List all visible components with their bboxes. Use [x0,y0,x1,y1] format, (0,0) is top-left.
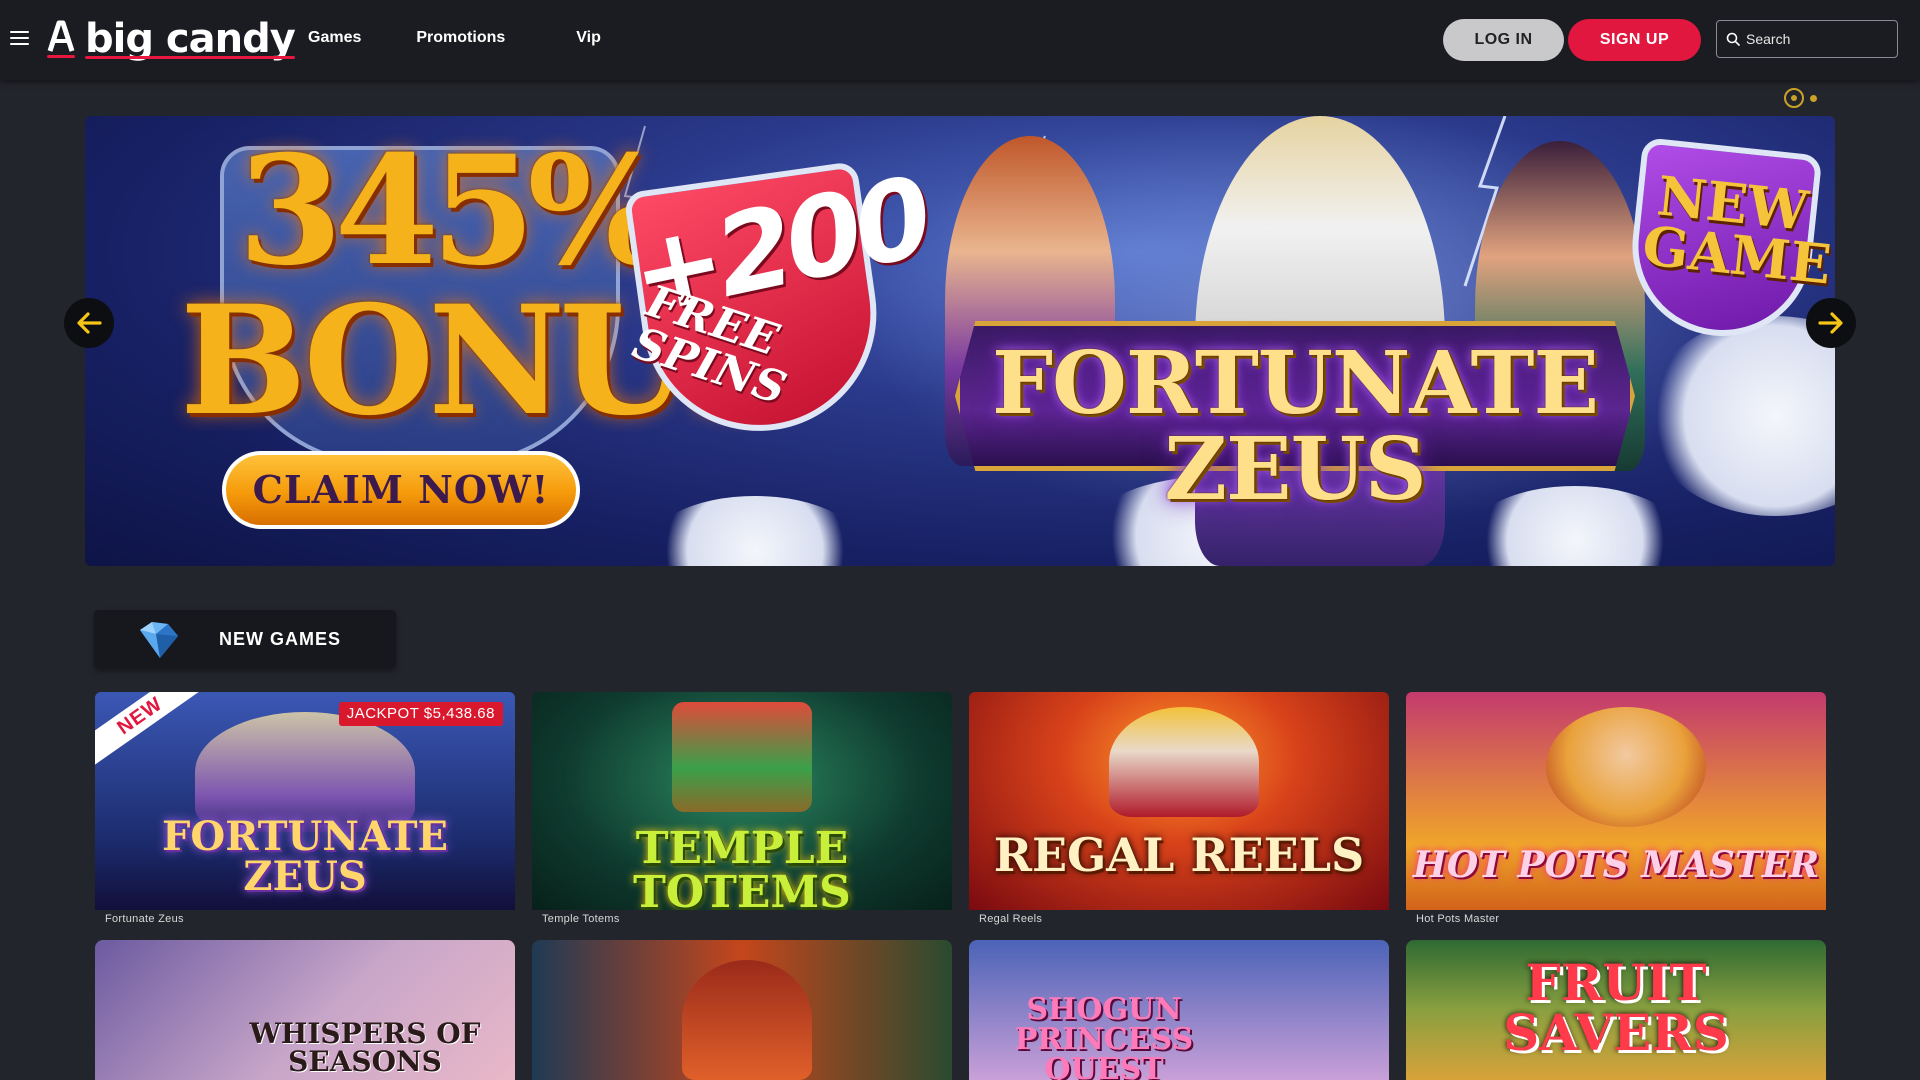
menu-icon[interactable] [10,31,29,47]
game-tile-hot-pots-master[interactable]: HOT POTS MASTER Hot Pots Master [1406,692,1826,925]
carousel-dot-2[interactable] [1810,94,1817,102]
game-art [672,702,812,812]
logo[interactable]: big candy [47,16,296,62]
game-thumbnail: REGAL REELS [969,692,1389,910]
game-title-art: REGAL REELS [993,828,1365,882]
jackpot-badge: JACKPOT $5,438.68 [338,702,503,726]
game-title-art: TEMPLE TOTEMS [633,823,851,911]
game-thumbnail: FRUIT SAVERS [1406,940,1826,1080]
game-tile-fruit-savers[interactable]: FRUIT SAVERS [1406,940,1826,1080]
game-title-art: HOT POTS MASTER [1412,844,1820,886]
game-thumbnail [532,940,952,1080]
game-tile-temple-totems[interactable]: TEMPLE TOTEMS Temple Totems [532,692,952,925]
signup-button[interactable]: SIGN UP [1568,19,1701,61]
game-title-art: FRUIT SAVERS [1503,953,1729,1062]
new-badge: NEW [95,692,210,771]
logo-mark-icon [47,19,75,59]
carousel-dot-1[interactable] [1784,88,1804,108]
game-tile-regal-reels[interactable]: REGAL REELS Regal Reels [969,692,1389,925]
diamond-icon [140,622,178,658]
claim-now-button[interactable]: CLAIM NOW! [222,451,580,529]
arrow-left-icon [77,312,102,334]
game-thumbnail: FORTUNATE ZEUS NEW JACKPOT $5,438.68 [95,692,515,910]
search-icon [1726,32,1740,46]
game-title-art: SHOGUN PRINCESS QUEST [1014,992,1194,1080]
arrow-right-icon [1818,312,1843,334]
game-art [682,960,812,1080]
game-name: Regal Reels [979,913,1043,925]
bonus-percent: 345% [238,123,670,299]
game-name: Temple Totems [542,913,620,925]
carousel-prev-button[interactable] [64,298,114,348]
new-games-tab[interactable]: NEW GAMES [94,610,396,668]
main-nav: Games Promotions Vip [308,29,601,47]
game-tile-whispers-of-seasons[interactable]: WHISPERS OF SEASONS [95,940,515,1080]
game-thumbnail: TEMPLE TOTEMS [532,692,952,910]
game-thumbnail: WHISPERS OF SEASONS [95,940,515,1080]
logo-underline [85,56,295,59]
game-art [1109,707,1259,817]
carousel-dots [1784,88,1817,108]
top-header: big candy Games Promotions Vip LOG IN SI… [0,0,1920,80]
section-title: NEW GAMES [219,629,342,649]
nav-games[interactable]: Games [308,29,361,47]
game-art [1546,707,1706,827]
game-name: Fortunate Zeus [105,913,184,925]
game-tile-shogun-princess-quest[interactable]: SHOGUN PRINCESS QUEST [969,940,1389,1080]
search-input[interactable] [1746,31,1896,47]
new-game-line2: GAME [1639,213,1835,297]
promo-banner[interactable]: 345% BONUS CLAIM NOW! +200 FREE SPINS FO… [85,116,1835,566]
game-name: Hot Pots Master [1416,913,1500,925]
new-game-badge-text: NEW GAME [1639,163,1835,297]
game-tile-fire-warrior[interactable] [532,940,952,1080]
game-title-art: FORTUNATE ZEUS [161,813,449,900]
nav-promotions[interactable]: Promotions [416,29,505,47]
game-thumbnail: SHOGUN PRINCESS QUEST [969,940,1389,1080]
banner-game-title: FORTUNATE ZEUS [991,333,1599,520]
search-box [1716,20,1898,58]
game-thumbnail: HOT POTS MASTER [1406,692,1826,910]
game-title-art: WHISPERS OF SEASONS [249,1017,481,1078]
nav-vip[interactable]: Vip [576,29,601,47]
login-button[interactable]: LOG IN [1443,19,1564,61]
carousel-next-button[interactable] [1806,298,1856,348]
game-tile-fortunate-zeus[interactable]: FORTUNATE ZEUS NEW JACKPOT $5,438.68 For… [95,692,515,925]
